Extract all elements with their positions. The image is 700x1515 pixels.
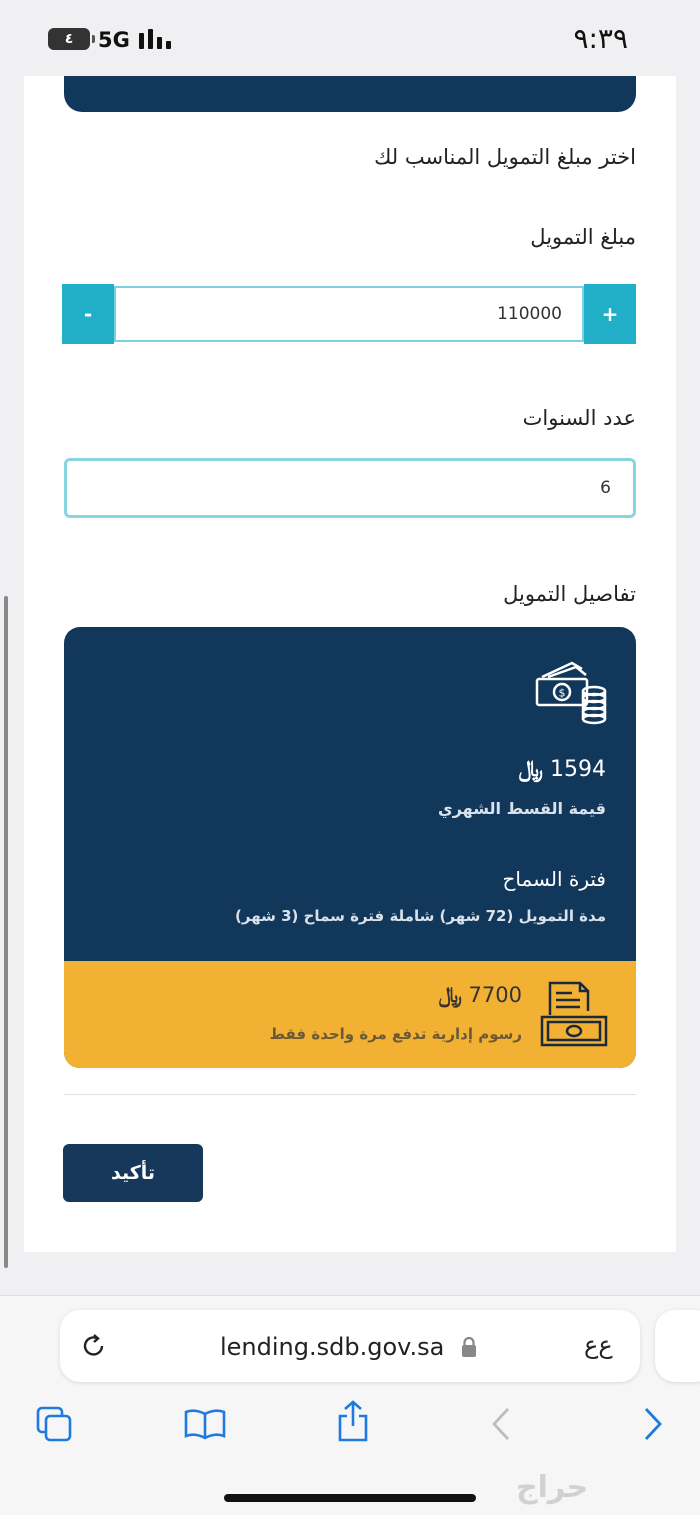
text-size-button[interactable]: ﻉﻉ (584, 1331, 613, 1359)
top-banner (64, 76, 636, 112)
next-tab-preview[interactable] (655, 1310, 700, 1382)
currency-symbol: ﷼ (518, 757, 543, 782)
years-input[interactable] (64, 458, 636, 518)
admin-fees-section: 7700 ﷼ رسوم إدارية تدفع مرة واحدة فقط (64, 961, 636, 1068)
network-indicator: 5G (98, 28, 173, 52)
fees-currency-symbol: ﷼ (438, 983, 462, 1007)
status-time: ٩:٣٩ (573, 22, 628, 55)
forward-icon[interactable] (642, 1406, 664, 1442)
watermark-logo: حراج (516, 1470, 589, 1505)
details-heading: تفاصيل التمويل (503, 582, 636, 606)
home-indicator[interactable] (224, 1494, 476, 1502)
amount-input[interactable] (114, 286, 584, 342)
decrease-button[interactable]: - (62, 284, 114, 344)
monthly-amount: 1594 (550, 757, 606, 782)
grace-period-text: مدة التمويل (72 شهر) شاملة فترة سماح (3 … (235, 907, 606, 925)
back-icon[interactable] (490, 1406, 512, 1442)
divider (64, 1094, 636, 1095)
svg-text:$: $ (559, 687, 566, 700)
admin-fees-value: 7700 ﷼ (439, 983, 522, 1008)
bookmarks-icon[interactable] (184, 1408, 226, 1440)
battery-icon: ٤ (48, 28, 95, 50)
increase-button[interactable]: + (584, 284, 636, 344)
tabs-icon[interactable] (36, 1406, 74, 1442)
confirm-button[interactable]: تأكيد (63, 1144, 203, 1202)
grace-period-title: فترة السماح (502, 867, 606, 891)
battery-level: ٤ (64, 31, 74, 47)
url-text[interactable]: lending.sdb.gov.sa (220, 1333, 444, 1361)
share-icon[interactable] (336, 1400, 370, 1442)
signal-icon (139, 29, 172, 49)
money-stack-icon: $ (535, 661, 607, 725)
admin-fees-label: رسوم إدارية تدفع مرة واحدة فقط (269, 1025, 522, 1043)
scrollbar[interactable] (4, 596, 8, 1268)
choose-amount-heading: اختر مبلغ التمويل المناسب لك (374, 145, 636, 169)
years-label: عدد السنوات (522, 406, 636, 430)
invoice-icon (540, 981, 608, 1047)
amount-stepper: - + (62, 284, 638, 344)
reload-icon[interactable] (80, 1332, 108, 1360)
monthly-installment-value: 1594 ﷼ (519, 757, 606, 782)
network-label: 5G (98, 28, 130, 52)
financing-details-card: $ 1594 ﷼ قيمة القسط الشهري فترة السماح م… (64, 627, 636, 1068)
amount-label: مبلغ التمويل (530, 225, 636, 249)
fees-amount: 7700 (468, 983, 522, 1007)
lock-icon (462, 1336, 476, 1357)
monthly-installment-label: قيمة القسط الشهري (438, 799, 606, 818)
